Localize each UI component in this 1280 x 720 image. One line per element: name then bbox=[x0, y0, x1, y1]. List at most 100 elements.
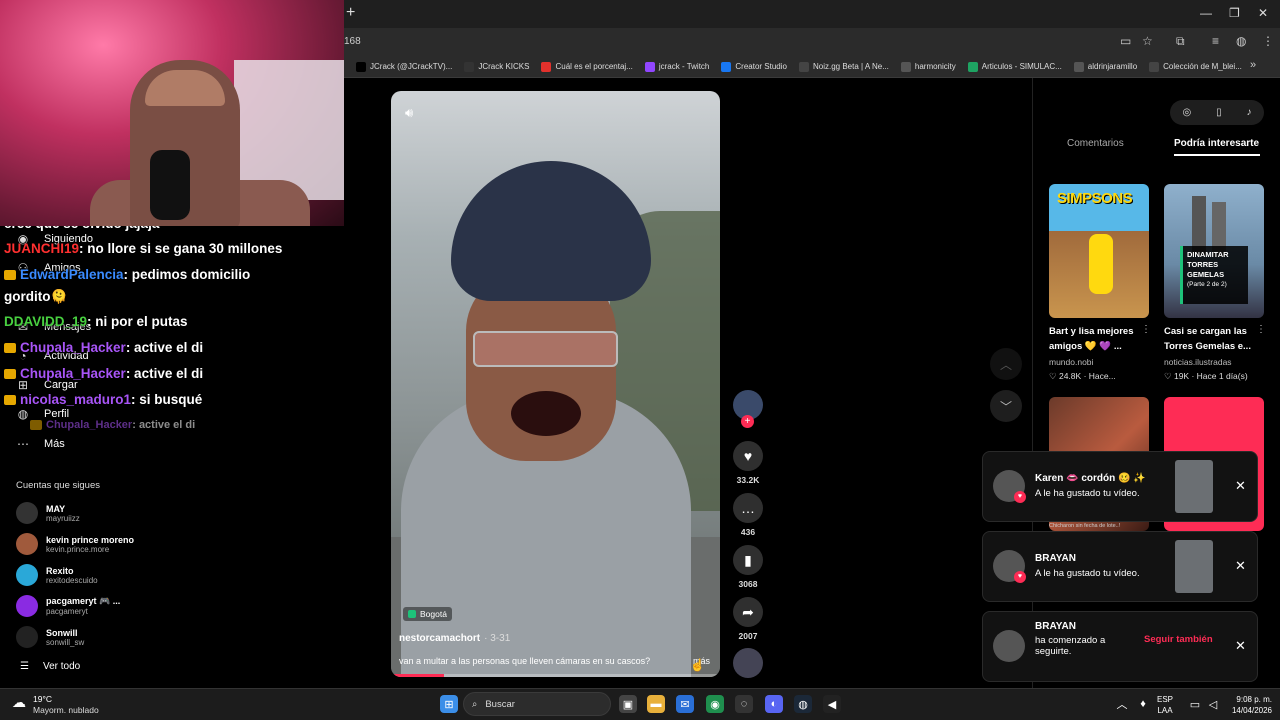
tab-recommended[interactable]: Podría interesarte bbox=[1174, 138, 1259, 149]
previous-video-button[interactable]: ︿ bbox=[990, 348, 1022, 380]
chat-username: EdwardPalencia bbox=[20, 267, 124, 282]
bookmark-label: JCrack (@JCrackTV)... bbox=[370, 62, 453, 71]
bookmark-favicon-icon bbox=[1073, 61, 1084, 72]
media-icon[interactable]: ≡ bbox=[1212, 34, 1219, 48]
notification-card[interactable]: ♥ BRAYAN A le ha gustado tu vídeo. ✕ bbox=[982, 531, 1258, 602]
bookmarks-more-icon[interactable]: » bbox=[1250, 59, 1256, 71]
weather-description[interactable]: Mayorm. nublado bbox=[33, 705, 99, 715]
sidebar-item-más[interactable]: ⋯ Más bbox=[16, 437, 65, 451]
microphone-icon[interactable]: ♦ bbox=[1134, 695, 1152, 713]
bookmark-item[interactable]: JCrack KICKS bbox=[464, 61, 529, 72]
volume-icon[interactable]: ◁ bbox=[1204, 695, 1222, 713]
file-explorer-icon[interactable]: ▬ bbox=[647, 695, 665, 713]
new-tab-button[interactable]: + bbox=[346, 4, 355, 22]
followed-account[interactable]: MAY mayruiizz bbox=[16, 502, 80, 524]
comment-button[interactable]: … 436 bbox=[731, 493, 765, 537]
channel-name[interactable]: mundo.nobi bbox=[1049, 357, 1093, 367]
taskbar-search[interactable]: ⌕ Buscar bbox=[463, 692, 611, 716]
chat-text: : active el di bbox=[125, 366, 204, 381]
network-icon[interactable]: ▭ bbox=[1186, 695, 1204, 713]
bookmark-label: Noiz.gg Beta | A Ne... bbox=[812, 62, 889, 71]
like-button[interactable]: ♥ 33.2K bbox=[731, 441, 765, 485]
account-text: kevin prince moreno kevin.prince.more bbox=[46, 535, 134, 554]
profile-icon[interactable]: ◍ bbox=[1236, 34, 1246, 48]
close-window-icon[interactable]: ✕ bbox=[1258, 6, 1268, 20]
author-name[interactable]: nestorcamachort bbox=[399, 633, 480, 644]
more-options-icon[interactable]: ⋮ bbox=[1141, 324, 1151, 335]
phone-icon[interactable]: ▯ bbox=[1216, 107, 1222, 118]
follow-back-button[interactable]: Seguir también bbox=[1144, 634, 1213, 645]
bookmark-item[interactable]: Colección de M_blei... bbox=[1149, 61, 1242, 72]
notification-card[interactable]: ♥ Karen 👄 cordón 🥴 ✨ A le ha gustado tu ví… bbox=[982, 451, 1258, 522]
volume-icon[interactable]: 🔊︎ bbox=[405, 105, 413, 121]
bookmark-item[interactable]: Articulos - SIMULAC... bbox=[967, 61, 1062, 72]
follow-plus-icon[interactable]: + bbox=[741, 415, 754, 428]
followed-account[interactable]: pacgameryt 🎮 ... pacgameryt bbox=[16, 595, 120, 617]
steam-icon[interactable]: ◍ bbox=[794, 695, 812, 713]
avatar bbox=[16, 502, 38, 524]
notification-card[interactable]: BRAYAN ha comenzado a seguirte. Seguir tam… bbox=[982, 611, 1258, 682]
bookmark-item[interactable]: harmonicity bbox=[900, 61, 956, 72]
close-icon[interactable]: ✕ bbox=[1235, 558, 1246, 574]
music-disc-icon[interactable] bbox=[733, 648, 763, 678]
video-title[interactable]: Casi se cargan las Torres Gemelas e... bbox=[1164, 324, 1268, 354]
url-text[interactable]: 168 bbox=[344, 36, 361, 47]
video-title[interactable]: Bart y lisa mejores amigos 💛 💜 ... bbox=[1049, 324, 1153, 354]
video-thumbnail[interactable]: SIMPSONS bbox=[1049, 184, 1149, 318]
start-icon[interactable]: ⊞ bbox=[440, 695, 458, 713]
location-tag[interactable]: Bogotá bbox=[403, 607, 452, 621]
cast-icon[interactable]: ▭ bbox=[1120, 34, 1131, 48]
star-icon[interactable]: ☆ bbox=[1142, 34, 1153, 48]
followed-account[interactable]: Sonwill sonwill_sw bbox=[16, 626, 84, 648]
app-icon[interactable]: ◀ bbox=[823, 695, 841, 713]
extensions-icon[interactable]: ⧉ bbox=[1176, 34, 1185, 49]
followed-account[interactable]: kevin prince moreno kevin.prince.more bbox=[16, 533, 134, 555]
followed-account[interactable]: Rexito rexitodescuido bbox=[16, 564, 98, 586]
weather-icon[interactable]: ☁ bbox=[12, 694, 26, 711]
save-button[interactable]: ▮ 3068 bbox=[731, 545, 765, 589]
menu-icon[interactable]: ⋮ bbox=[1262, 34, 1274, 48]
chat-username: Chupala_Hacker bbox=[20, 340, 126, 355]
app-icon[interactable]: ◌ bbox=[735, 695, 753, 713]
search-icon: ⌕ bbox=[472, 698, 478, 710]
bookmark-favicon-icon bbox=[356, 61, 366, 72]
outlook-icon[interactable]: ✉ bbox=[676, 695, 694, 713]
channel-name[interactable]: noticias.ilustradas bbox=[1164, 357, 1232, 367]
microphone bbox=[150, 150, 190, 220]
tiktok-icon[interactable]: ♪ bbox=[1247, 107, 1252, 118]
see-all-button[interactable]: ☰ Ver todo bbox=[20, 661, 80, 672]
chat-text: gordito🫠 bbox=[4, 289, 68, 304]
streamer-webcam bbox=[0, 0, 344, 226]
close-icon[interactable]: ✕ bbox=[1235, 638, 1246, 654]
post-date: · 3-31 bbox=[484, 633, 511, 644]
minimize-icon[interactable]: — bbox=[1200, 6, 1212, 20]
video-progress[interactable] bbox=[391, 674, 720, 677]
compass-icon[interactable]: ◎ bbox=[1182, 107, 1191, 118]
bookmark-item[interactable]: JCrack (@JCrackTV)... bbox=[356, 61, 453, 72]
close-icon[interactable]: ✕ bbox=[1235, 478, 1246, 494]
task-view-icon[interactable]: ▣ bbox=[619, 695, 637, 713]
bookmark-item[interactable]: jcrack - Twitch bbox=[644, 61, 709, 72]
tab-comments[interactable]: Comentarios bbox=[1067, 138, 1124, 149]
video-stats: ♡ 24.8K · Hace... bbox=[1049, 371, 1116, 381]
bookmark-item[interactable]: Noiz.gg Beta | A Ne... bbox=[798, 61, 889, 72]
bookmark-favicon-icon bbox=[541, 61, 552, 72]
notification-video-thumbnail[interactable] bbox=[1175, 540, 1213, 593]
discord-icon[interactable]: ◐ bbox=[765, 695, 783, 713]
notification-video-thumbnail[interactable] bbox=[1175, 460, 1213, 513]
weather-temperature[interactable]: 19°C bbox=[33, 694, 52, 704]
video-thumbnail[interactable]: DINAMITAR TORRES GEMELAS (Parte 2 de 2) bbox=[1164, 184, 1264, 318]
bookmark-item[interactable]: Cuál es el porcentaj... bbox=[541, 61, 633, 72]
tray-chevron-icon[interactable]: ︿ bbox=[1113, 695, 1131, 713]
bookmark-item[interactable]: aldrinjaramillo bbox=[1073, 61, 1137, 72]
chrome-icon[interactable]: ◉ bbox=[706, 695, 724, 713]
bookmark-item[interactable]: Creator Studio bbox=[721, 61, 787, 72]
video-player[interactable]: 🔊︎ Bogotá nestorcamachort · 3-31 van a mu… bbox=[391, 91, 720, 677]
input-language[interactable]: ESP LAA bbox=[1157, 694, 1173, 716]
clock[interactable]: 9:08 p. m. 14/04/2026 bbox=[1222, 694, 1272, 716]
restore-icon[interactable]: ❐ bbox=[1229, 6, 1240, 20]
video-author[interactable]: nestorcamachort · 3-31 bbox=[399, 633, 510, 644]
share-button[interactable]: ➦ 2007 bbox=[731, 597, 765, 641]
next-video-button[interactable]: ﹀ bbox=[990, 390, 1022, 422]
more-options-icon[interactable]: ⋮ bbox=[1256, 324, 1266, 335]
